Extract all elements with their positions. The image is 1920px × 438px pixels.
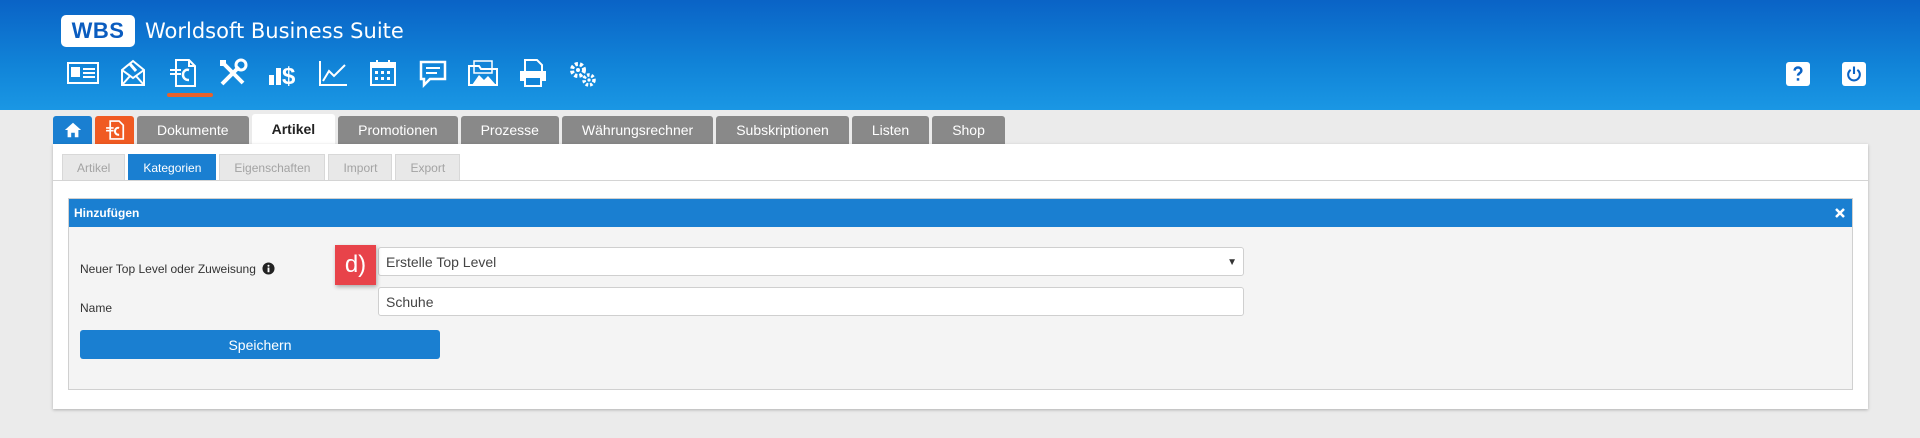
svg-text:$: $ (282, 63, 296, 88)
name-label: Name (80, 301, 113, 315)
tab-subskriptionen[interactable]: Subskriptionen (716, 116, 849, 144)
bar-chart-dollar-icon[interactable]: $ (258, 58, 308, 94)
home-icon (64, 122, 81, 138)
tab-waehrungsrechner[interactable]: Währungsrechner (561, 116, 714, 144)
brand: WBS Worldsoft Business Suite (61, 15, 404, 47)
main-tabs: Dokumente Artikel Promotionen Prozesse W… (53, 114, 1005, 144)
tab-promotionen[interactable]: Promotionen (338, 116, 458, 144)
subtab-eigenschaften[interactable]: Eigenschaften (219, 154, 326, 180)
info-icon[interactable] (262, 262, 275, 275)
tab-dokumente[interactable]: Dokumente (137, 116, 249, 144)
tab-prozesse[interactable]: Prozesse (460, 116, 559, 144)
power-icon[interactable] (1842, 62, 1866, 86)
app-header: WBS Worldsoft Business Suite $ (0, 0, 1920, 110)
contact-card-icon[interactable] (58, 58, 108, 94)
tab-documents-euro[interactable] (95, 116, 134, 144)
help-icon[interactable] (1786, 62, 1810, 86)
folder-images-icon[interactable] (458, 58, 508, 94)
close-icon[interactable] (1834, 207, 1846, 219)
subtab-kategorien[interactable]: Kategorien (128, 154, 217, 180)
subtab-artikel[interactable]: Artikel (62, 154, 126, 180)
document-euro-icon (105, 120, 124, 140)
line-chart-icon[interactable] (308, 58, 358, 94)
tab-listen[interactable]: Listen (851, 116, 930, 144)
annotation-badge: d) (335, 245, 376, 285)
calendar-icon[interactable] (358, 58, 408, 94)
settings-gears-icon[interactable] (558, 58, 608, 94)
level-label: Neuer Top Level oder Zuweisung (80, 262, 275, 276)
chevron-down-icon: ▼ (1227, 257, 1237, 268)
tab-artikel[interactable]: Artikel (251, 114, 336, 144)
mail-campaign-icon[interactable] (108, 58, 158, 94)
header-actions (1786, 62, 1866, 86)
content-panel: Artikel Kategorien Eigenschaften Import … (53, 144, 1868, 409)
form-header: Hinzufügen (69, 199, 1852, 227)
form-title: Hinzufügen (74, 206, 140, 220)
level-select[interactable]: Erstelle Top Level ▼ (378, 247, 1244, 276)
name-input[interactable]: Schuhe (378, 287, 1244, 316)
save-button[interactable]: Speichern (80, 330, 440, 359)
document-euro-icon[interactable] (158, 58, 213, 97)
wbs-logo: WBS (61, 15, 135, 47)
add-category-form: Hinzufügen Neuer Top Level oder Zuweisun… (68, 198, 1853, 390)
app-title: Worldsoft Business Suite (145, 19, 404, 43)
tab-home[interactable] (53, 116, 92, 144)
subtab-divider (53, 180, 1868, 181)
sub-tabs: Artikel Kategorien Eigenschaften Import … (62, 154, 461, 180)
subtab-export[interactable]: Export (395, 154, 461, 180)
tab-shop[interactable]: Shop (932, 116, 1005, 144)
chat-icon[interactable] (408, 58, 458, 94)
subtab-import[interactable]: Import (328, 154, 393, 180)
main-toolbar: $ (58, 58, 608, 97)
print-document-icon[interactable] (508, 58, 558, 94)
tools-icon[interactable] (208, 58, 258, 94)
